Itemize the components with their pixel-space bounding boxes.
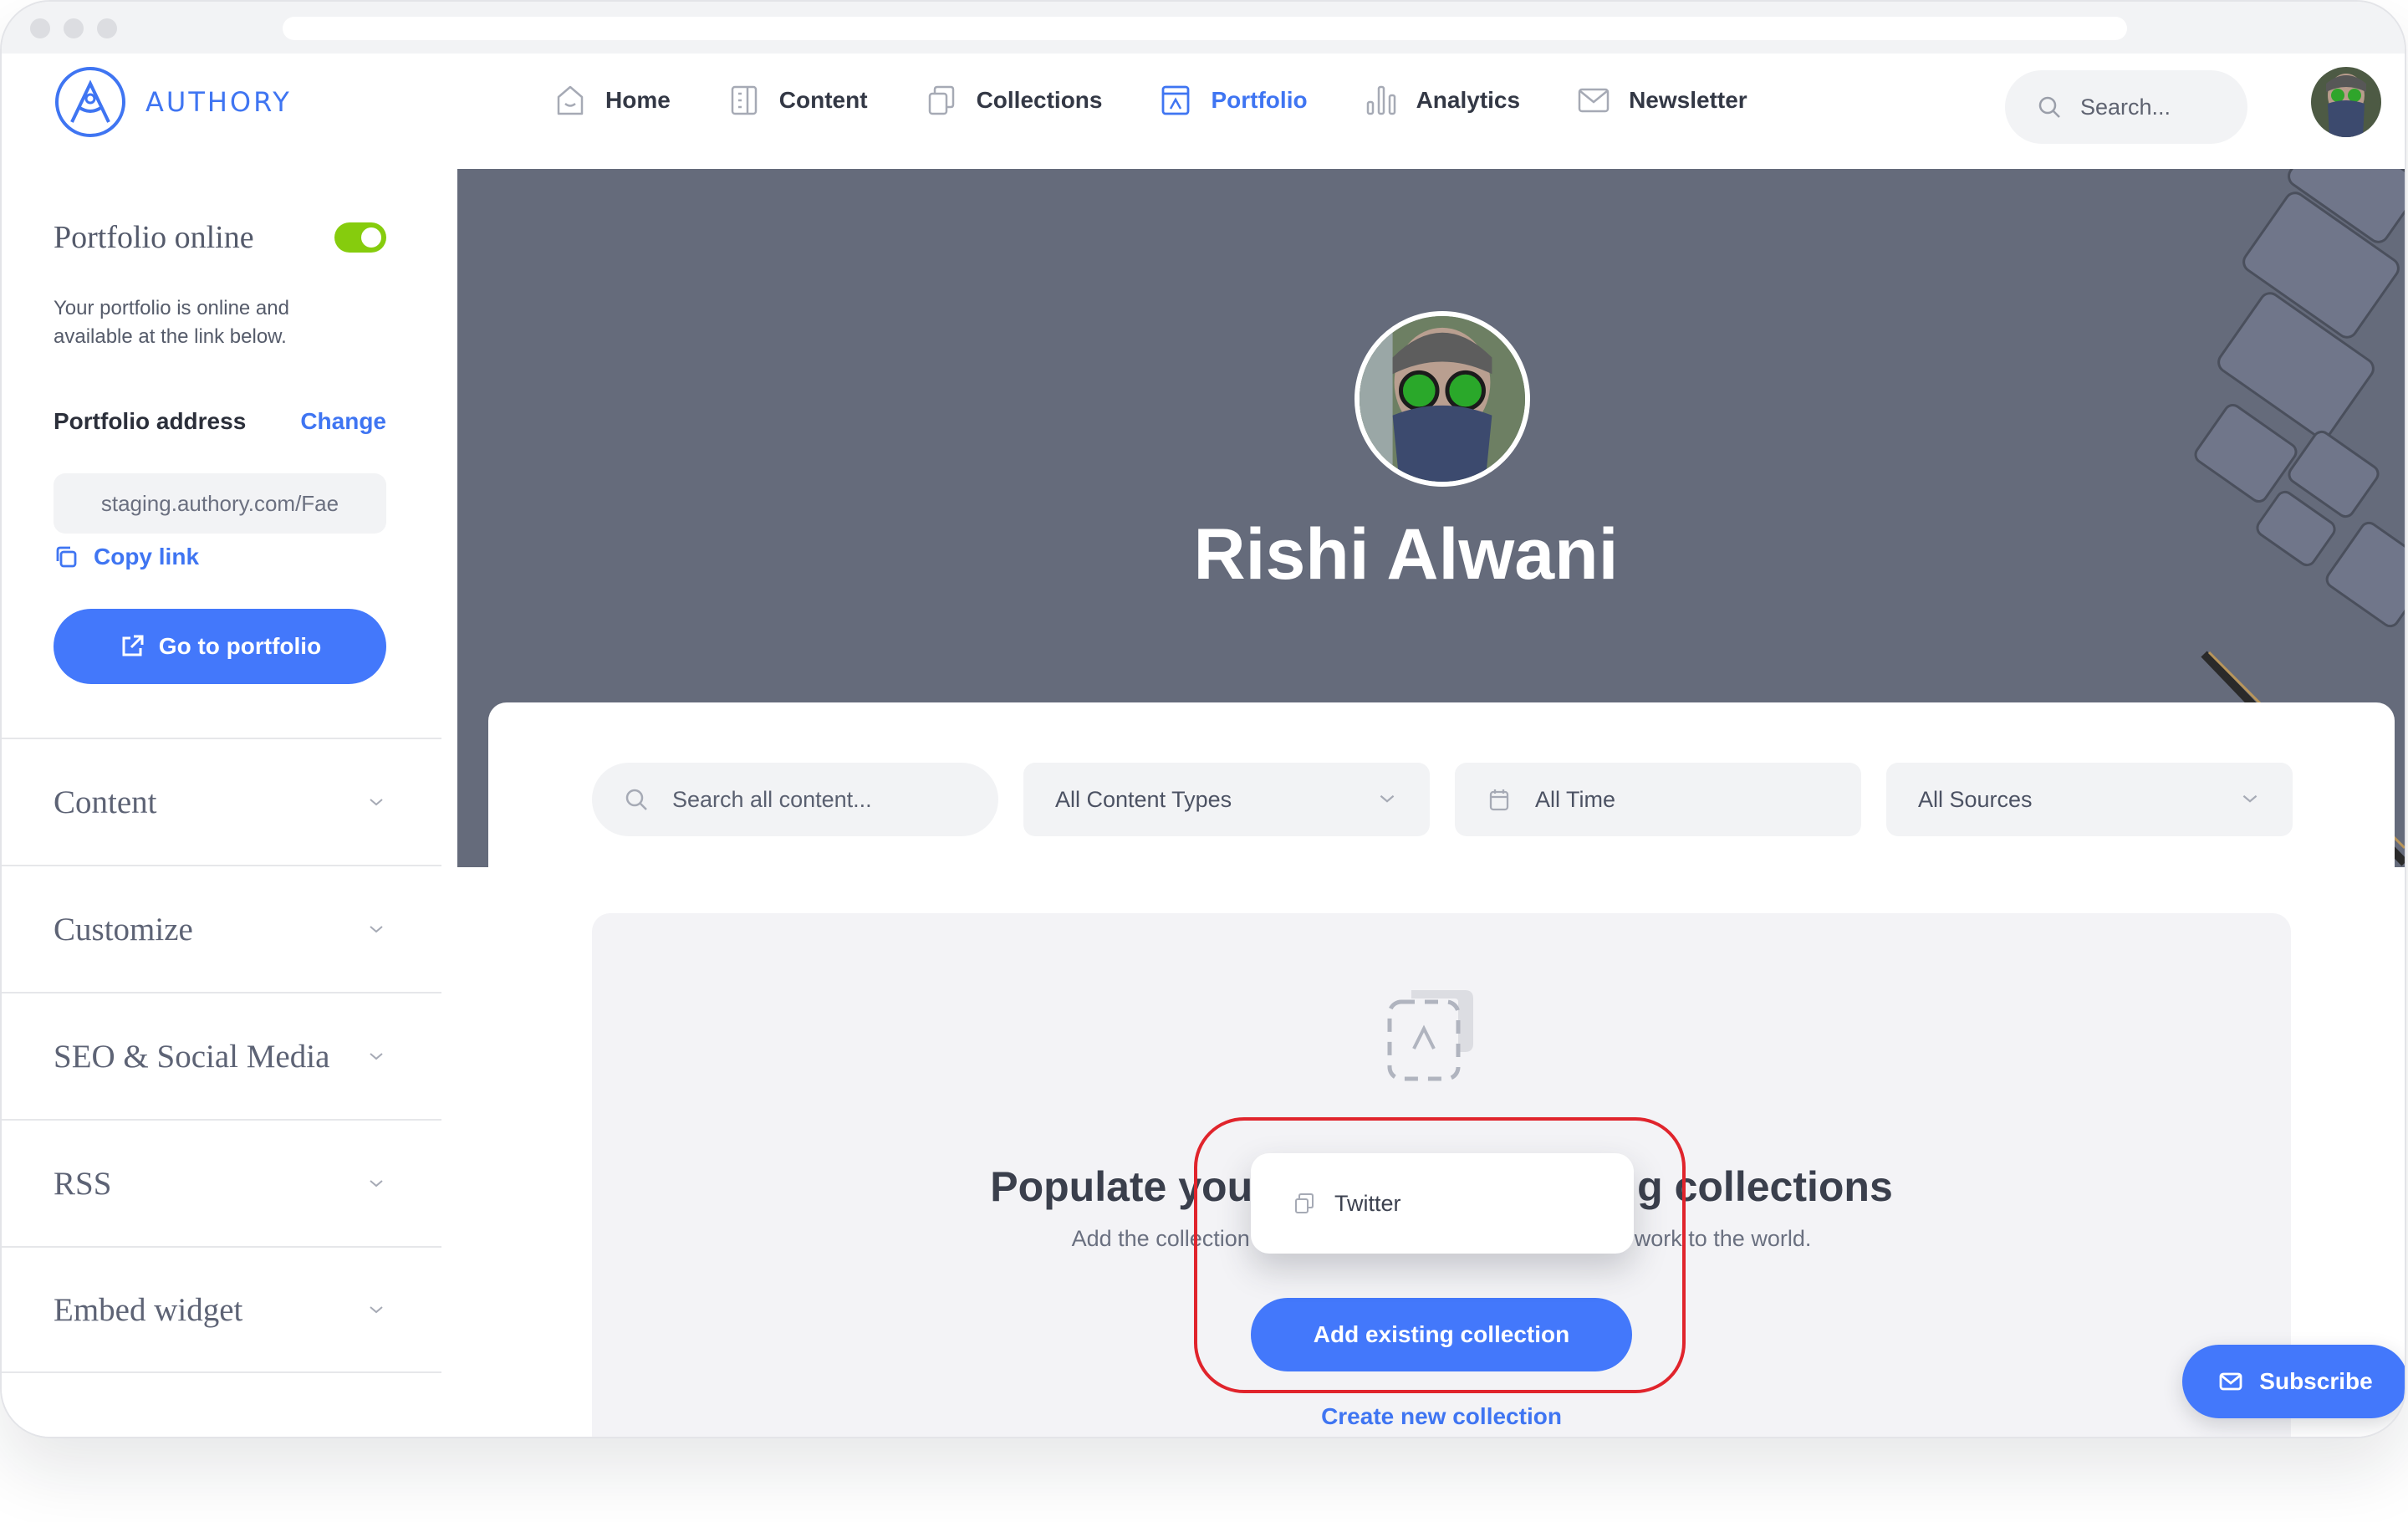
global-search[interactable] [2005,70,2247,144]
subscribe-button[interactable]: Subscribe [2182,1345,2405,1418]
nav-home-label: Home [605,87,671,113]
portfolio-address-row: Portfolio address Change [54,408,386,435]
empty-title-left: Populate you [990,1163,1253,1210]
accordion-content-label: Content [54,784,157,820]
accordion-customize-label: Customize [54,911,193,947]
chevron-down-icon [370,1053,383,1060]
portfolio-online-title: Portfolio online [54,220,254,255]
collection-dropdown-label: Twitter [1334,1190,1401,1216]
nav-collections[interactable]: Collections [925,84,1103,117]
mail-icon [1578,88,1610,113]
copy-link-button[interactable]: Copy link [54,544,199,570]
portfolio-address-field[interactable] [54,473,386,534]
top-header: AUTHORY Home Content Collections Portfol… [2,54,2405,169]
brand-name: AUTHORY [145,86,292,118]
profile-name: Rishi Alwani [1193,514,1619,595]
subscribe-label: Subscribe [2259,1368,2373,1394]
chevron-down-icon [370,1306,383,1314]
main-nav: Home Content Collections Portfolio Analy… [554,84,1804,117]
content-search[interactable] [592,763,998,836]
nav-content-label: Content [778,87,868,113]
collection-dropdown-item[interactable]: Twitter [1251,1153,1634,1254]
nav-newsletter-label: Newsletter [1629,87,1747,113]
profile-picture [1354,311,1530,487]
accordion-embed-widget[interactable]: Embed widget [2,1246,441,1373]
add-existing-collection-button[interactable]: Add existing collection [1251,1298,1632,1371]
toggle-knob [361,227,381,248]
empty-title-right: g collections [1637,1163,1893,1210]
nav-portfolio[interactable]: Portfolio [1159,84,1308,117]
settings-accordion: Content Customize SEO & Social Media RSS… [2,738,441,1373]
chevron-down-icon [370,799,383,806]
mail-icon [2219,1372,2242,1391]
authory-logo-icon [55,67,125,137]
sources-dropdown[interactable]: All Sources [1886,763,2293,836]
nav-collections-label: Collections [976,87,1103,113]
authory-logo[interactable]: AUTHORY [54,65,292,139]
user-avatar[interactable] [2311,67,2381,137]
nav-newsletter[interactable]: Newsletter [1577,84,1747,117]
avatar-image [2311,67,2381,137]
window-close-dot[interactable] [30,18,50,38]
accordion-seo-social[interactable]: SEO & Social Media [2,992,441,1119]
accordion-customize[interactable]: Customize [2,865,441,992]
go-to-portfolio-button[interactable]: Go to portfolio [54,609,386,684]
search-icon [2038,96,2060,118]
global-search-input[interactable] [2080,94,2231,120]
bar-chart-icon [1366,85,1395,115]
copy-link-label: Copy link [94,544,200,569]
go-to-portfolio-label: Go to portfolio [158,633,322,659]
calendar-icon [1489,789,1509,811]
accordion-rss[interactable]: RSS [2,1119,441,1246]
accordion-content[interactable]: Content [2,738,441,865]
nav-analytics-label: Analytics [1416,87,1521,113]
nav-portfolio-label: Portfolio [1211,87,1308,113]
portfolio-online-toggle[interactable] [334,222,386,253]
portfolio-content-card: All Content Types All Time All Sources P… [488,702,2395,1437]
content-search-input[interactable] [672,786,923,813]
nav-content[interactable]: Content [727,84,868,117]
accordion-rss-label: RSS [54,1165,112,1202]
time-filter-value: All Time [1535,786,1616,812]
empty-collection-icon [1387,990,1473,1081]
time-filter[interactable]: All Time [1455,763,1861,836]
browser-chrome [2,2,2405,54]
search-icon [625,789,647,810]
chevron-down-icon [2242,794,2258,803]
sources-value: All Sources [1918,786,2033,812]
content-filters: All Content Types All Time All Sources [592,763,2293,836]
chevron-down-icon [370,1180,383,1187]
portfolio-address-label: Portfolio address [54,408,247,434]
chevron-down-icon [370,926,383,933]
change-address-link[interactable]: Change [300,408,386,435]
portfolio-sidebar: Portfolio online Your portfolio is onlin… [2,169,441,1437]
document-icon [731,85,758,115]
window-maximize-dot[interactable] [97,18,117,38]
profile-photo [1360,316,1525,482]
chevron-down-icon [1380,794,1395,803]
copy-icon [56,546,77,568]
empty-subtitle-right: work to the world. [1634,1226,1812,1251]
create-new-collection-link: Create new collection [592,1403,2291,1430]
portfolio-online-row: Portfolio online [54,219,386,256]
empty-subtitle-left: Add the collection [1071,1226,1250,1251]
accordion-seo-social-label: SEO & Social Media [54,1038,330,1075]
collections-icon [928,85,954,115]
portfolio-online-description: Your portfolio is online and available a… [54,297,289,348]
external-link-icon [122,635,144,656]
address-bar[interactable] [283,17,2127,40]
window-minimize-dot[interactable] [64,18,84,38]
content-types-dropdown[interactable]: All Content Types [1023,763,1430,836]
browser-window: AUTHORY Home Content Collections Portfol… [0,0,2406,1438]
create-new-collection-label[interactable]: Create new collection [1321,1403,1562,1429]
collection-icon [1295,1193,1314,1213]
accordion-embed-widget-label: Embed widget [54,1291,243,1328]
content-types-value: All Content Types [1055,786,1232,812]
portfolio-icon [1162,85,1190,115]
nav-analytics[interactable]: Analytics [1365,84,1521,117]
nav-home[interactable]: Home [554,84,671,117]
home-icon [557,85,584,115]
